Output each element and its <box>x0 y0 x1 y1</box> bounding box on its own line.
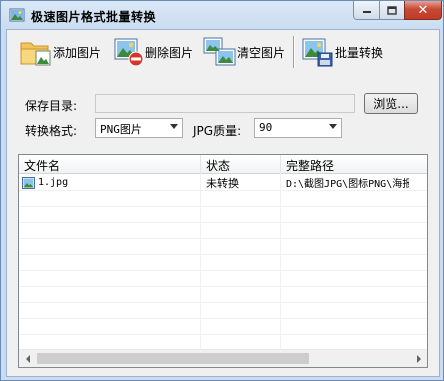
batch-convert-label: 批量转换 <box>335 45 384 60</box>
image-delete-icon <box>114 38 144 67</box>
status-cell: 未转换 <box>206 177 239 190</box>
delete-image-button[interactable]: 删除图片 <box>113 34 193 70</box>
column-header-path[interactable]: 完整路径 <box>281 155 427 173</box>
close-button[interactable]: ✕ <box>404 1 442 20</box>
column-divider <box>280 173 281 353</box>
format-label: 转换格式: <box>25 124 78 138</box>
client-area: 添加图片 删除图片 清空图片 批量转换 保存目录: 浏览... 转换格式: PN… <box>6 29 440 377</box>
image-save-icon <box>302 38 333 67</box>
column-header-status[interactable]: 状态 <box>201 155 281 173</box>
maximize-button[interactable] <box>379 1 405 20</box>
add-image-button[interactable]: 添加图片 <box>19 34 101 70</box>
delete-image-label: 删除图片 <box>145 45 194 60</box>
row-divider <box>19 222 427 223</box>
image-file-icon <box>22 176 35 189</box>
column-header-filename[interactable]: 文件名 <box>19 155 201 173</box>
save-dir-label: 保存目录: <box>25 99 78 113</box>
quality-select-value: 90 <box>259 121 273 134</box>
row-divider <box>19 318 427 319</box>
row-divider <box>19 334 427 335</box>
horizontal-scrollbar[interactable] <box>19 349 427 367</box>
row-divider <box>19 286 427 287</box>
chevron-down-icon <box>329 124 337 129</box>
scrollbar-thumb[interactable] <box>37 353 309 364</box>
browse-button[interactable]: 浏览... <box>364 93 418 114</box>
scroll-left-button[interactable] <box>19 350 36 367</box>
file-list-header: 文件名 状态 完整路径 <box>19 155 427 174</box>
add-image-label: 添加图片 <box>53 45 102 60</box>
app-image-icon <box>9 8 25 22</box>
file-name: 1.jpg <box>38 177 69 188</box>
chevron-down-icon <box>170 124 178 129</box>
save-dir-field[interactable] <box>95 94 355 113</box>
images-clear-icon <box>203 37 236 66</box>
maximize-icon <box>387 5 397 15</box>
row-divider <box>19 254 427 255</box>
format-select[interactable]: PNG图片 <box>95 118 183 138</box>
row-divider <box>19 238 427 239</box>
scroll-right-button[interactable] <box>410 350 427 367</box>
row-divider <box>19 302 427 303</box>
title-bar: 极速图片格式批量转换 ✕ <box>1 1 443 29</box>
folder-add-icon <box>20 42 51 66</box>
minimize-icon <box>362 11 371 13</box>
batch-convert-button[interactable]: 批量转换 <box>301 34 383 70</box>
file-name-cell: 1.jpg <box>19 174 201 190</box>
format-select-value: PNG图片 <box>100 123 142 136</box>
close-icon: ✕ <box>417 2 429 18</box>
file-list[interactable]: 文件名 状态 完整路径 1.jpg 未转换 D:\截图JPG\图标PNG\海报\ <box>18 154 428 368</box>
row-divider <box>19 206 427 207</box>
path-cell: D:\截图JPG\图标PNG\海报\ <box>286 179 409 190</box>
window-title: 极速图片格式批量转换 <box>31 10 157 24</box>
toolbar: 添加图片 删除图片 清空图片 批量转换 <box>7 30 439 74</box>
clear-images-button[interactable]: 清空图片 <box>203 34 285 70</box>
toolbar-separator <box>293 36 295 68</box>
settings-panel: 保存目录: 浏览... 转换格式: PNG图片 JPG质量: 90 <box>7 76 439 146</box>
chevron-right-icon <box>416 354 421 363</box>
table-row[interactable]: 1.jpg 未转换 D:\截图JPG\图标PNG\海报\ <box>19 174 427 190</box>
minimize-button[interactable] <box>353 1 380 20</box>
clear-images-label: 清空图片 <box>237 45 286 60</box>
chevron-left-icon <box>25 354 30 363</box>
quality-label: JPG质量: <box>193 124 242 138</box>
row-divider <box>19 190 427 191</box>
quality-select[interactable]: 90 <box>254 118 342 138</box>
column-divider <box>200 173 201 353</box>
app-window: 极速图片格式批量转换 ✕ 添加图片 删除图片 清空图片 批量转换 保存目录: 浏… <box>0 0 444 381</box>
row-divider <box>19 270 427 271</box>
